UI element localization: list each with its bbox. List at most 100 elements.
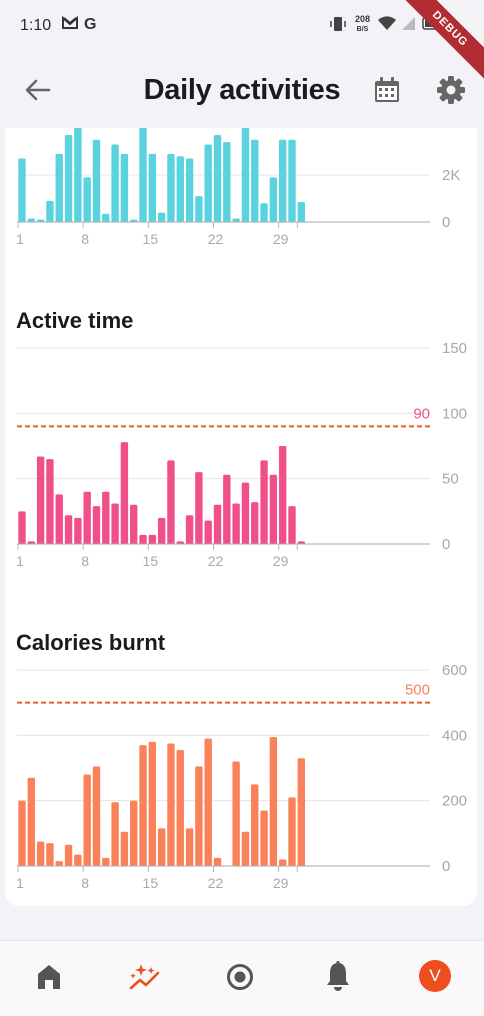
- bar: [167, 743, 175, 866]
- bar: [167, 460, 175, 544]
- bar: [46, 843, 54, 866]
- x-tick-label: 8: [81, 875, 89, 891]
- status-bar: 1:10 G 208 B/S: [0, 0, 484, 54]
- calendar-icon: [375, 77, 399, 102]
- bar: [74, 854, 82, 866]
- x-tick-label: 29: [273, 553, 289, 569]
- y-tick-label: 50: [442, 471, 459, 488]
- bar: [83, 491, 91, 544]
- gear-icon: [437, 76, 465, 104]
- bar: [102, 857, 110, 866]
- bar: [139, 745, 147, 866]
- bar: [269, 736, 278, 866]
- bar: [213, 504, 222, 544]
- settings-button[interactable]: [436, 75, 466, 105]
- network-speed-value: 208: [355, 14, 371, 24]
- bar: [204, 144, 212, 222]
- bar: [241, 482, 250, 544]
- profile-avatar[interactable]: V: [419, 960, 451, 992]
- bar: [297, 202, 305, 222]
- x-tick-label: 29: [273, 875, 289, 891]
- bar: [92, 139, 101, 222]
- bar: [55, 861, 63, 866]
- bar: [260, 203, 268, 222]
- bar: [92, 766, 101, 866]
- bar: [185, 828, 194, 866]
- y-tick-label: 2K: [442, 167, 460, 184]
- insights-icon: [129, 964, 160, 990]
- steps-chart: 2K 0 1 8 15 22 29: [16, 128, 460, 247]
- nav-home[interactable]: [31, 959, 71, 999]
- goal-label: 500: [405, 682, 430, 699]
- nav-insights[interactable]: [127, 959, 167, 999]
- bar: [223, 142, 231, 222]
- bar: [148, 153, 157, 222]
- nav-record[interactable]: [222, 959, 262, 999]
- bar: [278, 859, 287, 866]
- app-bar: Daily activities: [0, 54, 484, 128]
- x-tick-label: 22: [208, 553, 224, 569]
- bar: [64, 515, 73, 544]
- bar: [297, 758, 305, 866]
- page-title: Daily activities: [143, 74, 341, 106]
- x-tick-label: 15: [143, 553, 159, 569]
- active-time-title: Active time: [16, 308, 134, 333]
- bar: [120, 831, 129, 866]
- y-tick-label: 100: [442, 405, 467, 422]
- bar: [102, 213, 110, 222]
- bar: [64, 135, 73, 222]
- bar: [27, 218, 36, 222]
- x-tick-label: 1: [16, 875, 24, 891]
- x-tick-label: 15: [143, 875, 159, 891]
- bar: [241, 128, 250, 222]
- x-tick-label: 8: [81, 553, 89, 569]
- y-tick-label: 0: [442, 214, 450, 231]
- bar: [36, 456, 45, 544]
- network-speed: 208 B/S: [355, 15, 370, 34]
- activities-card: 2K 0 1 8 15 22 29 Active time 0 50 100 150 90 1 8 15 2…: [5, 128, 477, 906]
- bar: [288, 139, 296, 222]
- y-tick-label: 200: [442, 793, 467, 810]
- bar: [18, 511, 26, 544]
- bar: [55, 494, 63, 544]
- bar: [74, 128, 82, 222]
- bar: [204, 738, 212, 866]
- bar: [278, 446, 287, 544]
- bar: [139, 534, 147, 544]
- bar: [111, 802, 119, 866]
- bar: [204, 520, 212, 544]
- bar: [251, 784, 259, 866]
- bar: [176, 750, 184, 866]
- bar: [195, 196, 203, 222]
- x-tick-label: 15: [143, 231, 159, 247]
- x-tick-label: 29: [273, 231, 289, 247]
- x-tick-label: 1: [16, 553, 24, 569]
- signal-icon: [400, 16, 416, 35]
- bar: [260, 460, 268, 544]
- bar: [83, 177, 91, 222]
- bar: [185, 158, 194, 222]
- x-tick-label: 1: [16, 231, 24, 247]
- bar: [213, 857, 222, 866]
- bar: [148, 534, 157, 544]
- calendar-button[interactable]: [373, 76, 401, 104]
- bar: [232, 761, 240, 866]
- nav-notifications[interactable]: [320, 959, 360, 999]
- bar: [18, 158, 26, 222]
- bar: [18, 800, 26, 866]
- bar: [288, 797, 296, 866]
- bar: [241, 831, 250, 866]
- bar: [232, 218, 240, 222]
- bar: [120, 153, 129, 222]
- bar: [223, 474, 231, 544]
- bottom-navigation: [0, 940, 484, 1016]
- bar: [36, 841, 45, 866]
- bar: [251, 502, 259, 544]
- bar: [130, 800, 138, 866]
- bar: [157, 828, 166, 866]
- bar: [278, 139, 287, 222]
- bar: [102, 491, 110, 544]
- mail-icon: [62, 15, 78, 34]
- y-tick-label: 0: [442, 858, 450, 875]
- bar: [55, 153, 63, 222]
